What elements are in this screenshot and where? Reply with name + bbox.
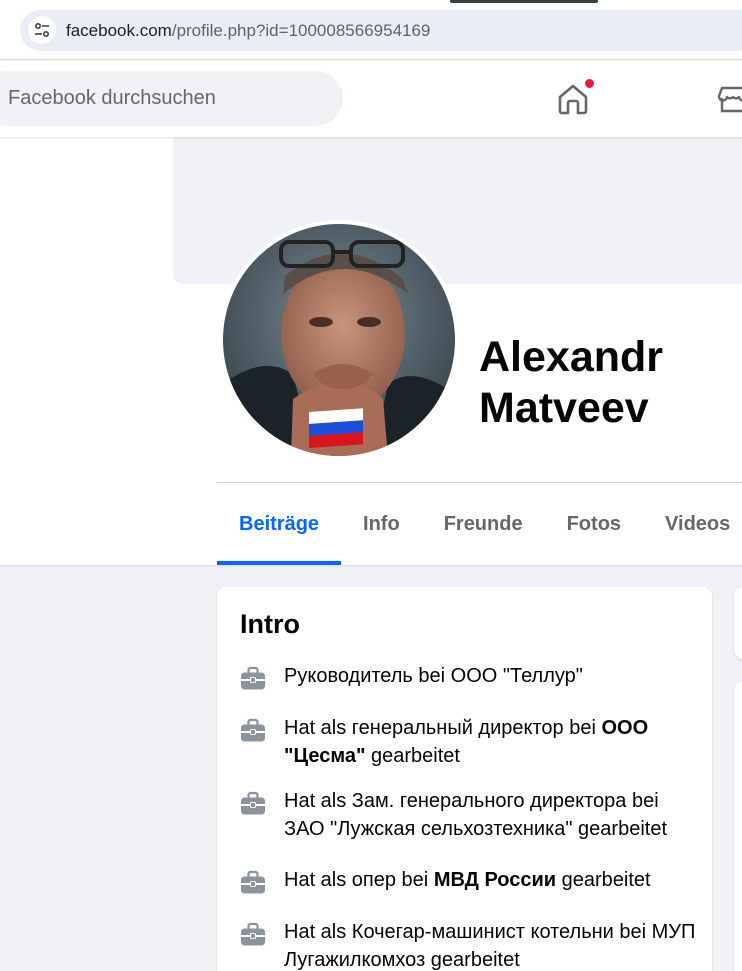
side-card [734, 587, 742, 659]
intro-item-text: Руководитель bei ООО "Теллур" [284, 662, 583, 698]
tab-info[interactable]: Info [341, 483, 422, 565]
intro-item-prefix: Hat als генеральный директор bei [284, 717, 602, 739]
home-notification-dot [584, 78, 595, 89]
intro-item-text: Hat als генеральный директор bei ООО "Це… [284, 714, 699, 770]
profile-picture[interactable] [223, 224, 455, 456]
intro-item-prefix: Руководитель bei ООО "Теллур" [284, 665, 583, 687]
profile-header: Alexandr Matveev Beiträge Info Freunde Foto… [0, 137, 742, 565]
url-path: /profile.php?id=100008566954169 [171, 21, 431, 40]
tab-beitraege[interactable]: Beiträge [217, 483, 342, 565]
tab-videos[interactable]: Videos [643, 483, 742, 565]
intro-item-prefix: Hat als Кочегар-машинист котельни bei МУ… [284, 921, 696, 971]
tune-icon[interactable] [28, 16, 56, 44]
tab-fotos[interactable]: Fotos [545, 483, 643, 565]
intro-item-text: Hat als опер bei МВД России gearbeitet [284, 866, 651, 902]
intro-item-suffix: gearbeitet [556, 869, 651, 891]
url-text[interactable]: facebook.com/profile.php?id=100008566954… [66, 21, 430, 41]
intro-title: Intro [240, 609, 300, 639]
briefcase-icon [239, 717, 267, 770]
intro-item-suffix: gearbeitet [365, 745, 460, 767]
facebook-top-nav [0, 61, 742, 137]
briefcase-icon [239, 665, 267, 698]
briefcase-icon [239, 921, 267, 971]
intro-item: Hat als Зам. генерального директора bei … [239, 787, 699, 843]
intro-item-text: Hat als Зам. генерального директора bei … [284, 787, 699, 843]
url-domain: facebook.com [66, 21, 172, 40]
intro-item: Hat als опер bei МВД России gearbeitet [239, 866, 699, 902]
search-box[interactable] [0, 71, 343, 126]
intro-item-text: Hat als Кочегар-машинист котельни bei МУ… [284, 918, 699, 971]
address-bar[interactable]: facebook.com/profile.php?id=100008566954… [20, 10, 742, 51]
browser-toolbar: facebook.com/profile.php?id=100008566954… [0, 0, 742, 60]
intro-item-employer-link[interactable]: МВД России [434, 869, 556, 891]
browser-tab-edge[interactable] [450, 0, 598, 3]
briefcase-icon [239, 869, 267, 902]
side-card [734, 681, 742, 971]
intro-item-prefix: Hat als опер bei [284, 869, 434, 891]
intro-item: Hat als Кочегар-машинист котельни bei МУ… [239, 918, 699, 971]
intro-item: Hat als генеральный директор bei ООО "Це… [239, 714, 699, 770]
marketplace-icon[interactable] [716, 75, 742, 123]
profile-name: Alexandr Matveev [479, 333, 664, 432]
intro-card: Intro Руководитель bei ООО "Теллур" Hat a… [217, 587, 712, 971]
tab-freunde[interactable]: Freunde [422, 483, 545, 565]
profile-picture-frame[interactable] [219, 220, 459, 460]
profile-tabs: Beiträge Info Freunde Fotos Videos [217, 483, 742, 565]
search-input[interactable] [8, 71, 328, 126]
intro-item-prefix: Hat als Зам. генерального директора bei … [284, 790, 667, 840]
intro-item: Руководитель bei ООО "Теллур" [239, 662, 699, 698]
briefcase-icon [239, 790, 267, 843]
